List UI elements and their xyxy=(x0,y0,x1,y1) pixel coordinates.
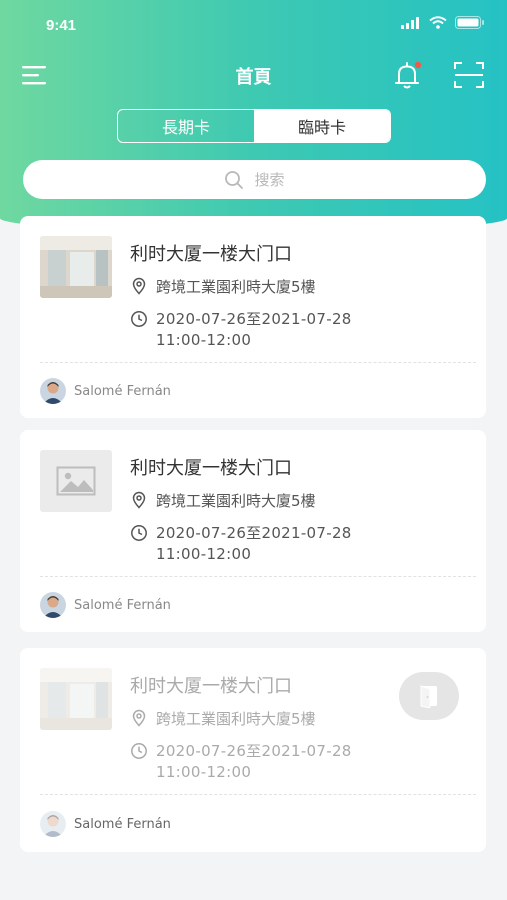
nav-bar: 首頁 xyxy=(0,52,507,98)
location-photo xyxy=(40,668,112,730)
tab-temporary[interactable]: 臨時卡 xyxy=(254,110,390,142)
wifi-icon xyxy=(429,16,447,29)
access-card[interactable]: 利时大厦一楼大门口 跨境工業園利時大廈5樓 2020-07-26至2021-07… xyxy=(20,216,486,418)
location-pin-icon xyxy=(132,491,146,509)
scan-button[interactable] xyxy=(452,60,486,90)
user-row: Salomé Fernán xyxy=(40,811,171,837)
location-pin-icon xyxy=(132,277,146,295)
card-title: 利时大厦一楼大门口 xyxy=(130,458,292,479)
date-range: 2020-07-26至2021-07-28 xyxy=(156,524,352,542)
user-name: Salomé Fernán xyxy=(74,597,171,613)
clock-icon xyxy=(131,743,147,759)
divider xyxy=(40,576,476,577)
location-text: 跨境工業園利時大廈5樓 xyxy=(156,710,316,728)
location-row: 跨境工業園利時大廈5樓 xyxy=(130,490,316,511)
location-pin-icon xyxy=(132,709,146,727)
door-icon xyxy=(420,685,437,708)
time-range: 11:00-12:00 xyxy=(156,763,252,781)
image-icon xyxy=(56,466,96,496)
search-placeholder: 搜索 xyxy=(254,171,285,189)
card-title: 利时大厦一楼大门口 xyxy=(130,244,292,265)
image-placeholder xyxy=(40,450,112,512)
notification-dot xyxy=(414,61,422,69)
location-photo xyxy=(40,236,112,298)
divider xyxy=(40,362,476,363)
user-name: Salomé Fernán xyxy=(74,816,171,832)
user-row: Salomé Fernán xyxy=(40,592,171,618)
avatar xyxy=(40,592,66,618)
time-range: 11:00-12:00 xyxy=(156,545,252,563)
location-text: 跨境工業園利時大廈5樓 xyxy=(156,492,316,510)
signal-icon xyxy=(401,16,419,29)
status-bar: 9:41 xyxy=(0,0,507,52)
clock-icon xyxy=(131,311,147,327)
date-range: 2020-07-26至2021-07-28 xyxy=(156,742,352,760)
location-row: 跨境工業園利時大廈5樓 xyxy=(130,708,316,729)
time-row: 2020-07-26至2021-07-28 11:00-12:00 xyxy=(130,741,352,783)
location-row: 跨境工業園利時大廈5樓 xyxy=(130,276,316,297)
date-range: 2020-07-26至2021-07-28 xyxy=(156,310,352,328)
notification-button[interactable] xyxy=(390,58,424,92)
bell-icon xyxy=(395,61,422,89)
page-title: 首頁 xyxy=(235,67,272,88)
user-name: Salomé Fernán xyxy=(74,383,171,399)
clock-icon xyxy=(131,525,147,541)
divider xyxy=(40,794,476,795)
search-input[interactable]: 搜索 xyxy=(23,160,486,199)
card-type-tabs: 長期卡 臨時卡 xyxy=(117,109,391,143)
access-card[interactable]: 利时大厦一楼大门口 跨境工業園利時大廈5樓 2020-07-26至2021-07… xyxy=(20,430,486,632)
access-card[interactable]: 利时大厦一楼大门口 跨境工業園利時大廈5樓 2020-07-26至2021-07… xyxy=(20,648,486,852)
time-row: 2020-07-26至2021-07-28 11:00-12:00 xyxy=(130,309,352,351)
user-row: Salomé Fernán xyxy=(40,378,171,404)
location-text: 跨境工業園利時大廈5樓 xyxy=(156,278,316,296)
card-title: 利时大厦一楼大门口 xyxy=(130,676,292,697)
status-time: 9:41 xyxy=(46,17,77,34)
tab-long-term[interactable]: 長期卡 xyxy=(118,110,254,142)
scan-icon xyxy=(454,62,484,88)
time-row: 2020-07-26至2021-07-28 11:00-12:00 xyxy=(130,523,352,565)
search-icon xyxy=(225,170,244,189)
battery-icon xyxy=(455,16,484,29)
avatar xyxy=(40,811,66,837)
avatar xyxy=(40,378,66,404)
open-door-button[interactable] xyxy=(399,672,459,720)
time-range: 11:00-12:00 xyxy=(156,331,252,349)
